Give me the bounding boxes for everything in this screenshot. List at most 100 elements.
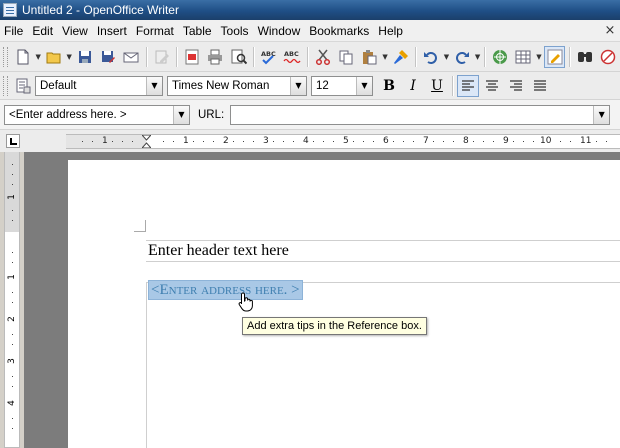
new-dropdown-icon[interactable]: ▼ — [34, 53, 42, 61]
font-name-value: Times New Roman — [172, 79, 270, 92]
toolbar-separator — [176, 46, 178, 67]
autospellcheck-icon[interactable]: ABC — [282, 46, 303, 68]
page-preview-icon[interactable] — [228, 46, 249, 68]
menu-view[interactable]: View — [62, 24, 88, 38]
menu-table[interactable]: Table — [183, 24, 212, 38]
save-as-icon[interactable] — [97, 46, 118, 68]
align-left-icon — [462, 79, 474, 91]
ruler-tick-label: 3 — [263, 136, 269, 146]
clone-formatting-icon[interactable] — [390, 46, 411, 68]
align-center-button[interactable] — [481, 75, 503, 97]
save-icon[interactable] — [74, 46, 95, 68]
address-combo-value: <Enter address here. > — [9, 108, 127, 121]
menu-insert[interactable]: Insert — [97, 24, 127, 38]
ruler-tick-label: 4 — [303, 136, 309, 146]
toolbar-separator — [146, 46, 148, 67]
chevron-down-icon[interactable]: ▼ — [146, 76, 162, 95]
url-label: URL: — [198, 108, 225, 121]
underline-button[interactable]: U — [426, 75, 448, 97]
new-document-icon[interactable] — [12, 46, 33, 68]
menu-window[interactable]: Window — [258, 24, 301, 38]
crop-mark — [134, 220, 146, 232]
align-right-button[interactable] — [505, 75, 527, 97]
ruler-tick-label: 1 — [183, 136, 189, 146]
menu-tools[interactable]: Tools — [221, 24, 249, 38]
undo-icon[interactable] — [420, 46, 441, 68]
tab-stop-selector[interactable] — [6, 134, 20, 148]
toolbar-separator — [253, 46, 255, 67]
menu-file[interactable]: File — [4, 24, 23, 38]
toolbar-separator — [569, 46, 571, 67]
styles-formatting-icon[interactable] — [12, 75, 34, 97]
email-document-icon[interactable] — [121, 46, 142, 68]
export-pdf-icon[interactable] — [181, 46, 202, 68]
close-document-icon[interactable]: × — [602, 23, 618, 39]
toolbar-separator — [307, 46, 309, 67]
align-center-icon — [486, 79, 498, 91]
chevron-down-icon[interactable]: ▼ — [356, 76, 372, 95]
paragraph-style-combo[interactable]: Default ▼ — [35, 75, 163, 96]
spellcheck-icon[interactable]: ABC — [258, 46, 279, 68]
chevron-down-icon[interactable]: ▼ — [173, 105, 189, 124]
undo-dropdown-icon[interactable]: ▼ — [443, 53, 451, 61]
toolbar-separator — [484, 46, 486, 67]
paragraph-style-value: Default — [40, 79, 77, 92]
url-combo[interactable]: ▼ — [230, 104, 611, 125]
toolbar-grip[interactable] — [3, 46, 8, 67]
toolbar-separator — [415, 46, 417, 67]
address-combo[interactable]: <Enter address here. > ▼ — [4, 104, 190, 125]
vertical-ruler[interactable]: 1 1 2 3 4 — [4, 152, 20, 448]
hyperlink-icon[interactable] — [489, 46, 510, 68]
horizontal-ruler[interactable]: 1 1 2 3 4 5 6 7 8 9 10 11 — [66, 134, 620, 149]
navigator-icon[interactable] — [598, 46, 619, 68]
open-dropdown-icon[interactable]: ▼ — [65, 53, 73, 61]
indent-marker-icon[interactable] — [142, 135, 151, 148]
chevron-down-icon[interactable]: ▼ — [290, 76, 306, 95]
show-draw-functions-icon[interactable] — [543, 45, 566, 68]
svg-text:ABC: ABC — [261, 50, 276, 58]
edit-file-icon[interactable] — [151, 46, 172, 68]
chevron-down-icon[interactable]: ▼ — [593, 105, 610, 124]
toolbar-separator — [452, 75, 453, 96]
document-page[interactable]: Enter header text here <Enter address he… — [68, 160, 620, 448]
text-body-boundary — [146, 282, 620, 448]
cut-icon[interactable] — [312, 46, 333, 68]
copy-icon[interactable] — [335, 46, 356, 68]
menu-bar: File Edit View Insert Format Table Tools… — [0, 20, 620, 42]
ruler-tick-label: 3 — [7, 358, 17, 364]
hyperlink-bar: <Enter address here. > ▼ URL: ▼ — [0, 100, 620, 130]
header-text[interactable]: Enter header text here — [148, 242, 289, 260]
menu-help[interactable]: Help — [378, 24, 403, 38]
menu-bookmarks[interactable]: Bookmarks — [309, 24, 369, 38]
redo-icon[interactable] — [451, 46, 472, 68]
toolbar-grip[interactable] — [3, 75, 8, 96]
ruler-tick-label: 10 — [540, 136, 552, 146]
paste-dropdown-icon[interactable]: ▼ — [381, 53, 389, 61]
redo-dropdown-icon[interactable]: ▼ — [474, 53, 482, 61]
ruler-tick-label: 6 — [383, 136, 389, 146]
standard-toolbar: ▼ ▼ ABC ABC ▼ ▼ ▼ ▼ — [0, 42, 620, 72]
paste-icon[interactable] — [359, 46, 380, 68]
bold-button[interactable]: B — [378, 75, 400, 97]
open-folder-icon[interactable] — [43, 46, 64, 68]
justify-button[interactable] — [529, 75, 551, 97]
ruler-tick-label: 2 — [223, 136, 229, 146]
writer-app-icon[interactable] — [3, 3, 17, 17]
address-placeholder-field[interactable]: <Enter address here. > — [148, 280, 303, 300]
find-replace-icon[interactable] — [574, 46, 595, 68]
align-left-button[interactable] — [457, 74, 479, 97]
menu-edit[interactable]: Edit — [32, 24, 53, 38]
window-title: Untitled 2 - OpenOffice Writer — [22, 3, 179, 17]
page-header[interactable]: Enter header text here — [146, 240, 620, 262]
insert-table-icon[interactable] — [513, 46, 534, 68]
menu-format[interactable]: Format — [136, 24, 174, 38]
italic-button[interactable]: I — [402, 75, 424, 97]
ruler-tick-label: 1 — [102, 136, 108, 146]
font-name-combo[interactable]: Times New Roman ▼ — [167, 75, 307, 96]
justify-icon — [534, 79, 546, 91]
document-workspace: Enter header text here <Enter address he… — [24, 152, 620, 448]
table-dropdown-icon[interactable]: ▼ — [535, 53, 543, 61]
hand-cursor-icon — [238, 292, 253, 312]
font-size-combo[interactable]: 12 ▼ — [311, 75, 373, 96]
print-icon[interactable] — [205, 46, 226, 68]
